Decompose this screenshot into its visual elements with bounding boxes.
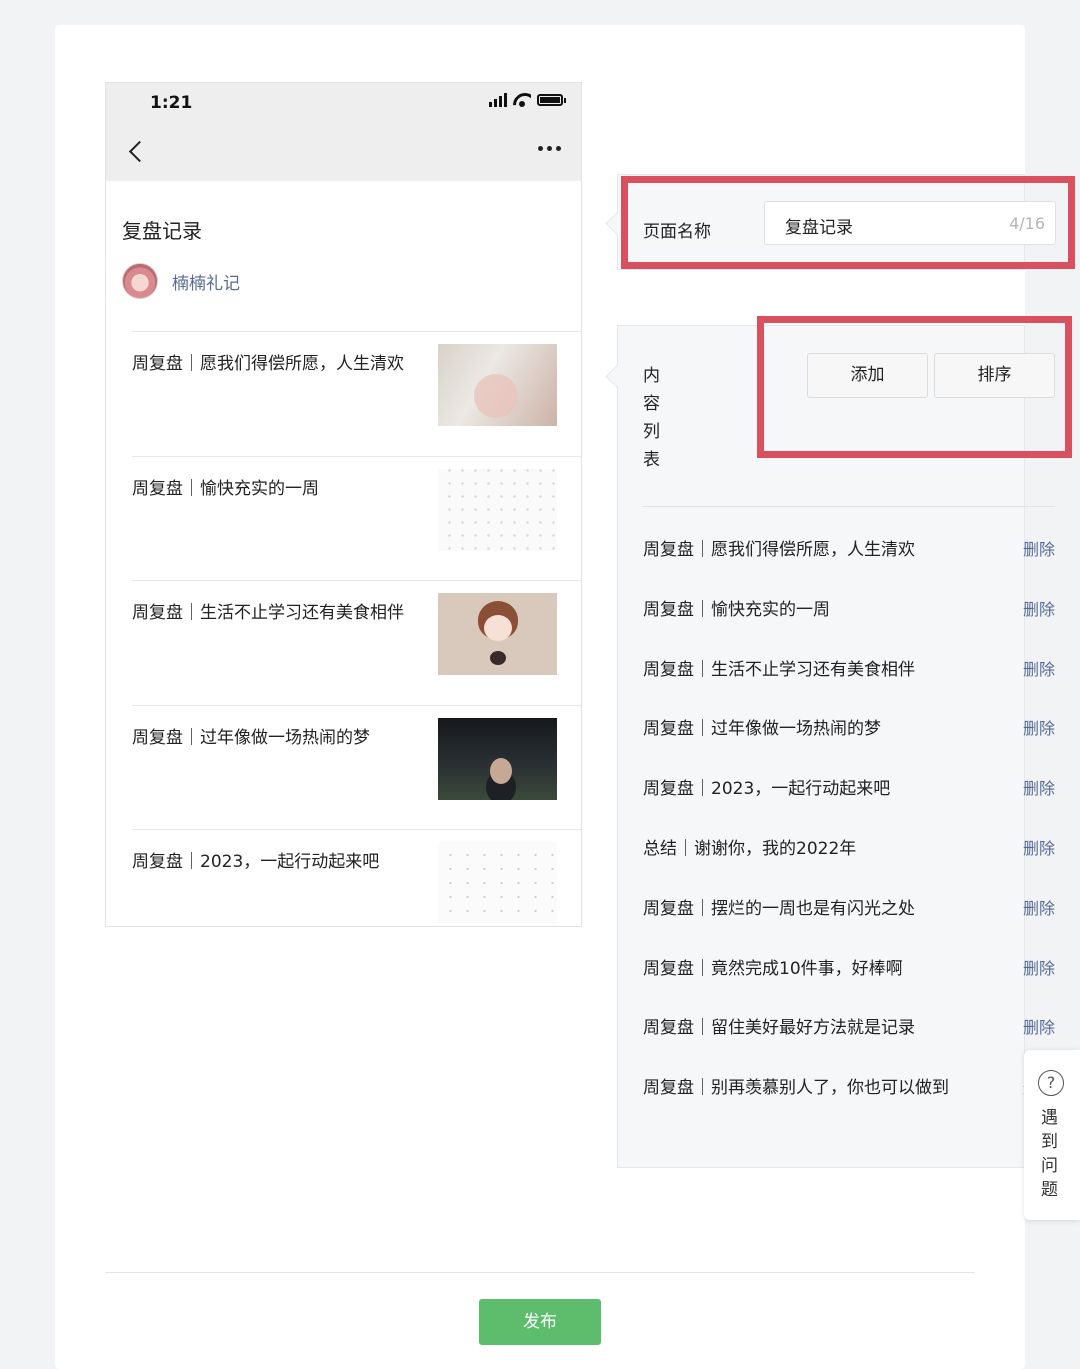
article-item[interactable]: 周复盘｜愿我们得偿所愿，人生清欢: [132, 331, 581, 456]
battery-icon: [537, 94, 566, 106]
author-row[interactable]: 楠楠礼记: [122, 263, 240, 299]
wifi-icon: [513, 93, 531, 107]
delete-link[interactable]: 删除: [1023, 715, 1055, 739]
content-title: 周复盘｜别再羡慕别人了，你也可以做到: [643, 1078, 949, 1099]
article-title: 周复盘｜过年像做一场热闹的梦: [132, 727, 370, 748]
content-row: 周复盘｜愉快充实的一周 删除: [643, 577, 1055, 637]
article-title: 周复盘｜愉快充实的一周: [132, 478, 319, 499]
page-title: 复盘记录: [122, 219, 202, 243]
content-title: 周复盘｜竟然完成10件事，好棒啊: [643, 958, 903, 979]
content-row: 周复盘｜留住美好最好方法就是记录 删除: [643, 995, 1055, 1055]
article-thumbnail: [438, 842, 557, 924]
article-item[interactable]: 周复盘｜生活不止学习还有美食相伴: [132, 580, 581, 705]
content-row: 周复盘｜生活不止学习还有美食相伴 删除: [643, 637, 1055, 697]
delete-link[interactable]: 删除: [1023, 656, 1055, 680]
delete-link[interactable]: 删除: [1023, 596, 1055, 620]
help-label: 遇到问题: [1041, 1108, 1058, 1200]
article-title: 周复盘｜生活不止学习还有美食相伴: [132, 603, 404, 623]
content-row: 周复盘｜过年像做一场热闹的梦 删除: [643, 696, 1055, 756]
phone-preview: 1:21 复盘记录 楠楠礼记 周复盘｜愿我们得偿所愿，人生清欢 周复盘｜愉快充实…: [105, 82, 582, 927]
page-name-label: 页面名称: [643, 222, 711, 242]
divider: [643, 506, 1055, 507]
sort-button[interactable]: 排序: [934, 353, 1055, 398]
content-list-label: 内容列表: [643, 366, 660, 470]
content-title: 周复盘｜愉快充实的一周: [643, 599, 830, 620]
page-name-value: 复盘记录: [785, 218, 853, 238]
content-row: 周复盘｜别再羡慕别人了，你也可以做到删除: [643, 1055, 1055, 1115]
status-time: 1:21: [150, 93, 193, 113]
content-title: 总结｜谢谢你，我的2022年: [643, 838, 857, 859]
delete-link[interactable]: 删除: [1023, 775, 1055, 799]
content-row: 周复盘｜竟然完成10件事，好棒啊 删除: [643, 936, 1055, 996]
divider: [105, 1272, 975, 1273]
article-title: 周复盘｜2023，一起行动起来吧: [132, 852, 380, 872]
signal-icon: [489, 93, 507, 107]
delete-link[interactable]: 删除: [1023, 835, 1055, 859]
article-thumbnail: [438, 344, 557, 426]
content-title: 周复盘｜过年像做一场热闹的梦: [643, 719, 881, 740]
content-row: 周复盘｜摆烂的一周也是有闪光之处 删除: [643, 876, 1055, 936]
article-item[interactable]: 周复盘｜2023，一起行动起来吧: [132, 829, 581, 926]
page-name-input[interactable]: 复盘记录 4/16: [764, 201, 1056, 245]
phone-nav-bar: [106, 125, 581, 181]
avatar: [122, 263, 158, 299]
char-counter: 4/16: [1009, 214, 1045, 233]
article-list: 周复盘｜愿我们得偿所愿，人生清欢 周复盘｜愉快充实的一周 周复盘｜生活不止学习还…: [132, 331, 581, 926]
content-row: 总结｜谢谢你，我的2022年 删除: [643, 816, 1055, 876]
page-name-panel: 页面名称 复盘记录 4/16: [617, 174, 1056, 270]
question-icon: ?: [1038, 1070, 1064, 1096]
delete-link[interactable]: 删除: [1023, 536, 1055, 560]
content-title: 周复盘｜留住美好最好方法就是记录: [643, 1018, 915, 1039]
back-icon[interactable]: [128, 141, 146, 163]
article-item[interactable]: 周复盘｜过年像做一场热闹的梦: [132, 704, 581, 830]
article-thumbnail: [438, 717, 557, 800]
content-title: 周复盘｜愿我们得偿所愿，人生清欢: [643, 540, 915, 560]
article-thumbnail: [438, 593, 557, 675]
delete-link[interactable]: 删除: [1023, 1014, 1055, 1038]
content-title: 周复盘｜2023，一起行动起来吧: [643, 779, 891, 800]
content-row: 周复盘｜2023，一起行动起来吧 删除: [643, 756, 1055, 816]
content-list-panel: 内容列表 添加 排序 周复盘｜愿我们得偿所愿，人生清欢 删除 周复盘｜愉快充实的一…: [617, 325, 1055, 1168]
delete-link[interactable]: 删除: [1023, 895, 1055, 919]
author-name[interactable]: 楠楠礼记: [172, 269, 240, 294]
content-title: 周复盘｜生活不止学习还有美食相伴: [643, 659, 915, 680]
help-float-button[interactable]: ? 遇到问题: [1024, 1050, 1080, 1220]
content-row: 周复盘｜愿我们得偿所愿，人生清欢 删除: [643, 517, 1055, 577]
article-title: 周复盘｜愿我们得偿所愿，人生清欢: [132, 354, 404, 374]
delete-link[interactable]: 删除: [1023, 955, 1055, 979]
add-button[interactable]: 添加: [807, 353, 928, 398]
article-item[interactable]: 周复盘｜愉快充实的一周: [132, 455, 581, 581]
publish-button[interactable]: 发布: [479, 1299, 601, 1345]
content-list: 周复盘｜愿我们得偿所愿，人生清欢 删除 周复盘｜愉快充实的一周 删除 周复盘｜生活不…: [643, 517, 1055, 1115]
status-bar: 1:21: [106, 83, 581, 125]
article-thumbnail: [438, 468, 557, 551]
content-title: 周复盘｜摆烂的一周也是有闪光之处: [643, 898, 915, 919]
more-icon[interactable]: [538, 146, 561, 151]
